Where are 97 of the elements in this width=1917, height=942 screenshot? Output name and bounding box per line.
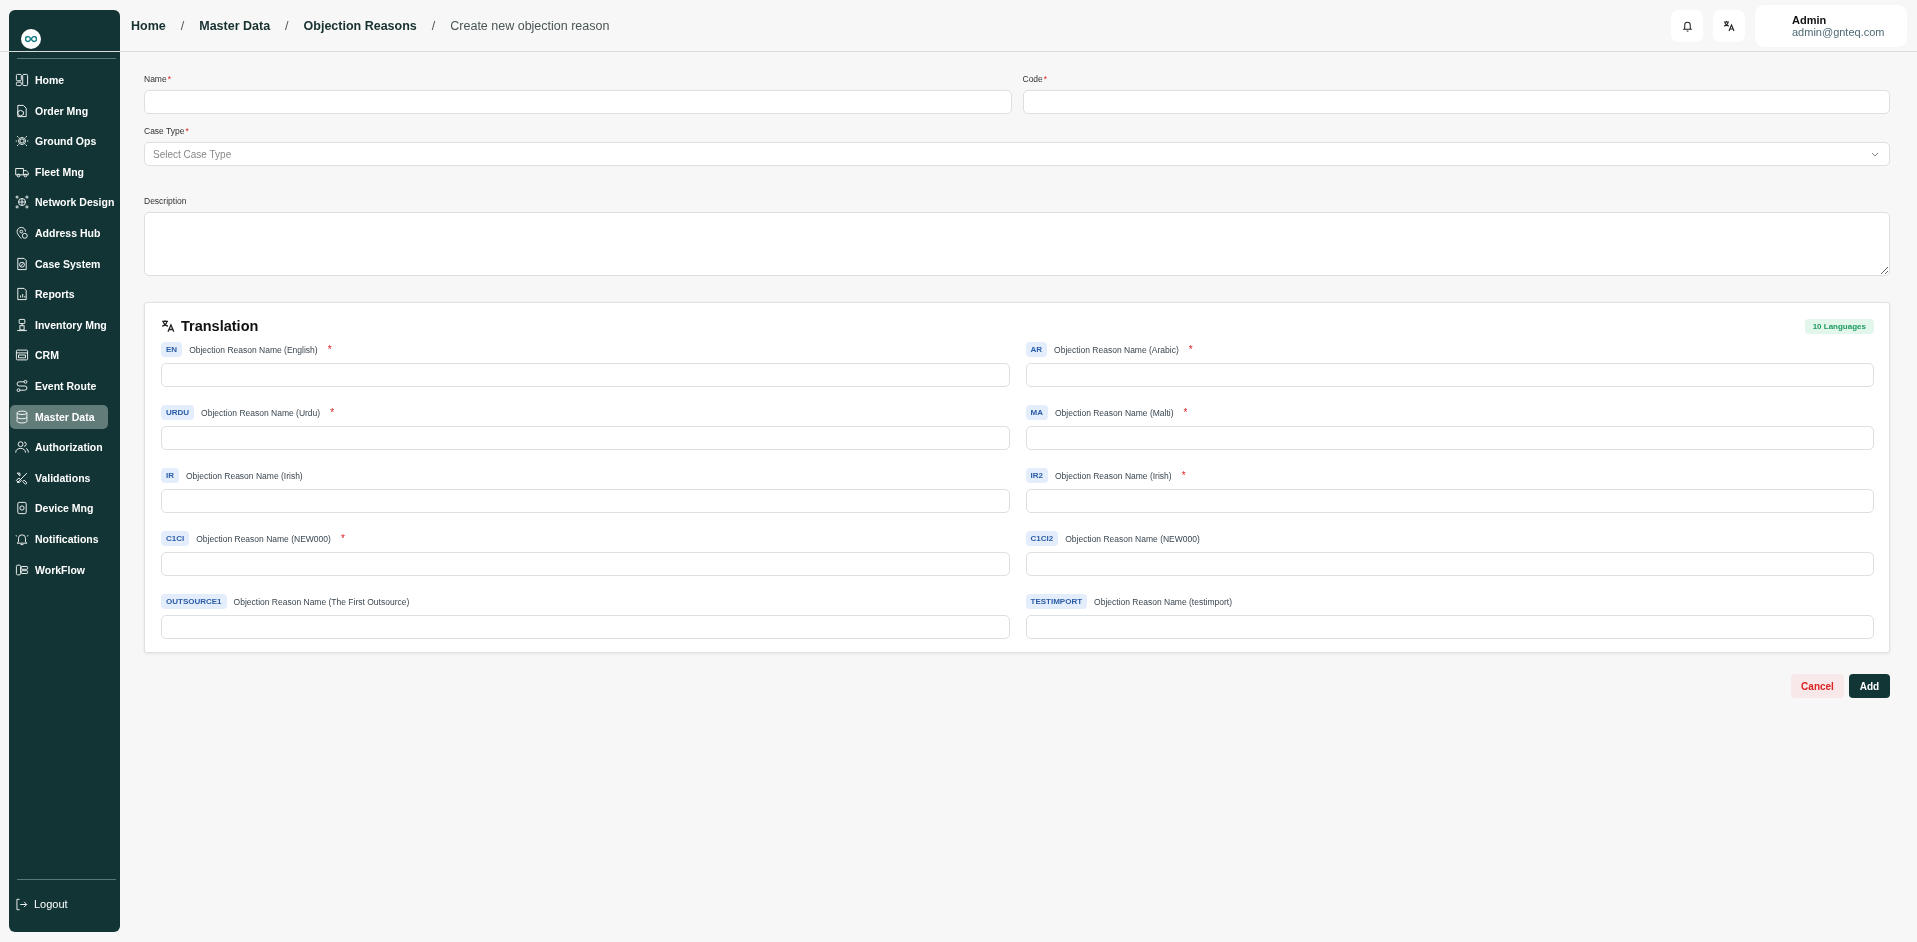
language-code-tag: IR xyxy=(161,468,179,483)
required-mark: * xyxy=(1181,470,1186,481)
nav-item[interactable]: Home xyxy=(10,68,118,92)
nav-item[interactable]: Ground Ops xyxy=(10,129,118,154)
field-label: Objection Reason Name (The First Outsource) xyxy=(233,596,410,607)
required-mark: * xyxy=(1183,407,1188,418)
required-mark: * xyxy=(330,407,335,418)
text-field[interactable] xyxy=(1025,552,1874,576)
text-field[interactable] xyxy=(161,426,1010,450)
nav-item[interactable]: Fleet Mng xyxy=(10,159,118,184)
chevron-down-icon xyxy=(1871,151,1879,157)
route-icon xyxy=(15,378,29,393)
field-label: Case Type* xyxy=(144,126,190,136)
document-icon xyxy=(15,256,29,271)
location-pin-icon xyxy=(15,225,29,240)
user-card[interactable]: Admin admin@gnteq.com xyxy=(1755,4,1907,47)
breadcrumb-separator: / xyxy=(431,18,436,33)
crm-icon xyxy=(15,348,29,363)
breadcrumb-separator: / xyxy=(285,18,289,33)
text-field[interactable] xyxy=(1025,615,1874,639)
language-code-tag: AR xyxy=(1025,342,1048,357)
field-label: Objection Reason Name (Urdu) xyxy=(201,407,321,418)
nav-item[interactable]: Inventory Mng xyxy=(10,312,118,337)
nav-item[interactable]: Address Hub xyxy=(10,220,118,245)
logout-icon xyxy=(15,897,28,911)
text-field[interactable] xyxy=(161,552,1010,576)
language-button[interactable] xyxy=(1713,9,1745,42)
add-button[interactable]: Add xyxy=(1849,674,1890,698)
breadcrumb-separator: / xyxy=(180,18,185,33)
text-field[interactable] xyxy=(161,489,1010,513)
tools-icon xyxy=(15,470,29,485)
field-label: Name* xyxy=(144,74,172,84)
field-label: Objection Reason Name (Irish) xyxy=(186,470,303,481)
text-field[interactable] xyxy=(161,363,1010,387)
inventory-icon xyxy=(15,317,29,332)
languages-count-badge: 10 Languages xyxy=(1804,318,1874,334)
required-mark: * xyxy=(327,344,332,355)
language-code-tag: C1CI xyxy=(161,531,190,546)
nav-item[interactable]: Notifications xyxy=(10,526,118,551)
globe-icon xyxy=(15,195,29,210)
database-icon xyxy=(15,409,29,424)
card-title: Translation xyxy=(181,318,259,334)
text-field[interactable] xyxy=(1025,489,1874,513)
language-code-tag: EN xyxy=(161,342,183,357)
field-label: Objection Reason Name (testimport) xyxy=(1094,596,1232,607)
language-code-tag: URDU xyxy=(161,405,195,420)
field-label: Objection Reason Name (Malti) xyxy=(1054,407,1174,418)
field-label: Code* xyxy=(1022,74,1049,84)
nav-item[interactable]: WorkFlow xyxy=(10,557,118,582)
field-label: Objection Reason Name (Irish) xyxy=(1054,470,1172,481)
field-label: Objection Reason Name (Arabic) xyxy=(1054,344,1179,355)
bell-icon xyxy=(15,531,29,546)
bell-icon xyxy=(1681,19,1693,32)
required-mark: * xyxy=(340,533,345,544)
nav-item[interactable]: Master Data xyxy=(10,404,108,429)
breadcrumb-link[interactable]: Master Data xyxy=(199,18,271,33)
nav-item[interactable]: Event Route xyxy=(10,373,118,398)
user-name: Admin xyxy=(1792,13,1828,26)
device-icon xyxy=(15,501,29,516)
nav-item[interactable]: Reports xyxy=(10,282,118,307)
language-code-tag: OUTSOURCE1 xyxy=(161,594,227,609)
nav-item[interactable]: Validations xyxy=(10,465,118,490)
field-label: Objection Reason Name (NEW000) xyxy=(196,533,331,544)
translate-icon xyxy=(161,319,175,333)
language-code-tag: C1CI2 xyxy=(1025,531,1059,546)
breadcrumb-link[interactable]: Objection Reasons xyxy=(303,18,417,33)
notifications-button[interactable] xyxy=(1671,9,1703,42)
logo-icon xyxy=(21,29,41,49)
text-field[interactable] xyxy=(144,90,1012,114)
users-icon xyxy=(15,440,29,455)
language-code-tag: TESTIMPORT xyxy=(1025,594,1088,609)
logout-button[interactable]: Logout xyxy=(10,892,118,916)
nav-item[interactable]: Order Mng xyxy=(10,98,118,123)
text-field[interactable] xyxy=(1025,426,1874,450)
translate-icon xyxy=(1723,19,1735,32)
field-label: Description xyxy=(144,196,188,206)
grid-icon xyxy=(15,73,29,87)
field-label: Objection Reason Name (NEW000) xyxy=(1065,533,1200,544)
text-field[interactable] xyxy=(1025,363,1874,387)
report-icon xyxy=(15,287,29,302)
language-code-tag: IR2 xyxy=(1025,468,1048,483)
breadcrumb-link[interactable]: Home xyxy=(131,18,166,33)
nav-item[interactable]: Device Mng xyxy=(10,496,118,521)
nav-item[interactable]: Case System xyxy=(10,251,118,276)
user-email: admin@gnteq.com xyxy=(1792,25,1886,38)
field-label: Objection Reason Name (English) xyxy=(189,344,318,355)
workflow-icon xyxy=(15,562,29,577)
description-field[interactable] xyxy=(144,212,1890,276)
language-code-tag: MA xyxy=(1025,405,1048,420)
nav-item[interactable]: Network Design xyxy=(10,190,118,215)
nav-item[interactable]: Authorization xyxy=(10,435,118,460)
cancel-button[interactable]: Cancel xyxy=(1791,674,1844,698)
required-mark: * xyxy=(1188,344,1193,355)
text-field[interactable] xyxy=(1022,90,1890,114)
select-field[interactable]: Select Case Type xyxy=(144,142,1890,166)
text-field[interactable] xyxy=(161,615,1010,639)
nav-item[interactable]: CRM xyxy=(10,343,118,368)
